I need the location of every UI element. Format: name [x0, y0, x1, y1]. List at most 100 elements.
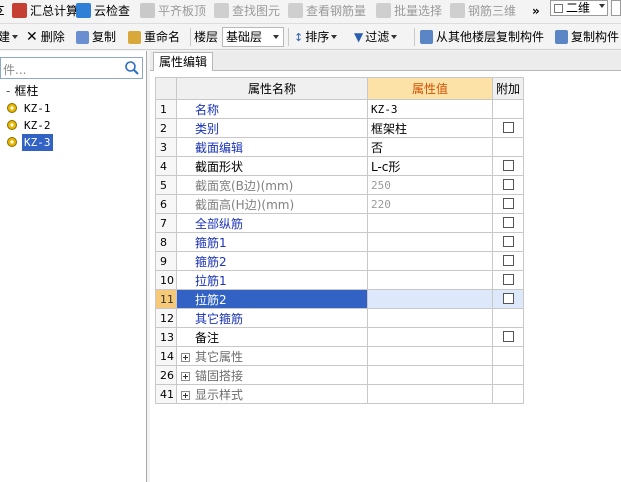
attach-cell[interactable]: [492, 156, 524, 176]
tree-item-kz-2[interactable]: KZ-2: [0, 117, 146, 134]
property-value-cell[interactable]: 250: [367, 175, 493, 195]
align-slab-top-button[interactable]: 平齐板顶: [140, 0, 206, 22]
filter-button[interactable]: ▼ 过滤: [354, 26, 398, 48]
floor-select[interactable]: 基础层: [222, 27, 284, 47]
property-group-row[interactable]: 26 锚固搭接: [155, 365, 524, 385]
attach-cell: [492, 384, 524, 404]
property-value-cell[interactable]: 否: [367, 137, 493, 157]
property-group-row[interactable]: 14 其它属性: [155, 346, 524, 366]
property-name-cell[interactable]: 截面形状: [176, 156, 368, 176]
property-name-cell[interactable]: 截面编辑: [176, 137, 368, 157]
copy-button[interactable]: 复制: [76, 26, 116, 48]
tree-item-kz-1[interactable]: KZ-1: [0, 100, 146, 117]
summary-calc-button[interactable]: 汇总计算: [12, 0, 78, 22]
rebar-3d-button[interactable]: 钢筋三维: [450, 0, 516, 22]
attach-cell[interactable]: [492, 289, 524, 309]
property-row[interactable]: 3 截面编辑 否: [155, 137, 524, 157]
property-row[interactable]: 11 拉筋2: [155, 289, 524, 309]
attach-cell[interactable]: [492, 251, 524, 271]
attach-checkbox[interactable]: [502, 217, 514, 228]
property-name-cell[interactable]: 备注: [176, 327, 368, 347]
tab-property-edit[interactable]: 属性编辑: [153, 52, 214, 71]
property-value-cell[interactable]: [367, 289, 493, 309]
property-group-cell[interactable]: 锚固搭接: [176, 365, 368, 385]
property-name-cell[interactable]: 截面宽(B边)(mm): [176, 175, 368, 195]
property-group-cell[interactable]: 其它属性: [176, 346, 368, 366]
batch-select-button[interactable]: 批量选择: [376, 0, 442, 22]
column-header-extra[interactable]: 附加: [492, 77, 524, 100]
new-button[interactable]: 建: [0, 26, 19, 48]
property-name-cell[interactable]: 全部纵筋: [176, 213, 368, 233]
property-name-cell[interactable]: 名称: [176, 99, 368, 119]
property-name-cell[interactable]: 拉筋2: [176, 289, 368, 309]
tree-item-kz-3[interactable]: KZ-3: [0, 134, 146, 151]
rename-button[interactable]: 重命名: [128, 26, 180, 48]
copy-component-button[interactable]: 复制构件: [555, 26, 619, 48]
property-row[interactable]: 12 其它箍筋: [155, 308, 524, 328]
property-value-cell[interactable]: [367, 251, 493, 271]
property-value-cell[interactable]: [367, 270, 493, 290]
cloud-check-button[interactable]: 云检查: [76, 0, 130, 22]
property-row[interactable]: 9 箍筋2: [155, 251, 524, 271]
property-row[interactable]: 5 截面宽(B边)(mm) 250: [155, 175, 524, 195]
property-name-cell[interactable]: 截面高(H边)(mm): [176, 194, 368, 214]
property-name-cell[interactable]: 类别: [176, 118, 368, 138]
attach-cell[interactable]: [492, 270, 524, 290]
column-header-name[interactable]: 属性名称: [176, 77, 368, 100]
view-mode-select[interactable]: 二维: [550, 0, 608, 16]
property-row[interactable]: 2 类别 框架柱: [155, 118, 524, 138]
property-row[interactable]: 7 全部纵筋: [155, 213, 524, 233]
view-mode-extra-select[interactable]: [611, 0, 621, 16]
property-group-cell[interactable]: 显示样式: [176, 384, 368, 404]
attach-cell[interactable]: [492, 327, 524, 347]
copy-from-other-floor-button[interactable]: 从其他楼层复制构件: [420, 26, 544, 48]
attach-checkbox[interactable]: [502, 331, 514, 342]
property-value-cell[interactable]: [367, 308, 493, 328]
property-value-cell[interactable]: [367, 327, 493, 347]
attach-cell[interactable]: [492, 118, 524, 138]
property-name-cell[interactable]: 拉筋1: [176, 270, 368, 290]
attach-checkbox[interactable]: [502, 179, 514, 190]
property-value-cell[interactable]: L-c形: [367, 156, 493, 176]
attach-cell[interactable]: [492, 175, 524, 195]
toolbar-overflow-button[interactable]: »: [532, 0, 540, 22]
attach-checkbox[interactable]: [502, 236, 514, 247]
sort-button[interactable]: ↕ 排序: [294, 26, 338, 48]
property-name-cell[interactable]: 箍筋1: [176, 232, 368, 252]
attach-checkbox[interactable]: [502, 122, 514, 133]
property-value-cell[interactable]: 框架柱: [367, 118, 493, 138]
property-row[interactable]: 4 截面形状 L-c形: [155, 156, 524, 176]
attach-checkbox[interactable]: [502, 198, 514, 209]
view-rebar-qty-button[interactable]: 查看钢筋量: [288, 0, 366, 22]
property-group-row[interactable]: 41 显示样式: [155, 384, 524, 404]
property-row[interactable]: 13 备注: [155, 327, 524, 347]
property-value-cell[interactable]: [367, 232, 493, 252]
expand-icon[interactable]: [181, 390, 190, 400]
property-value-cell[interactable]: [367, 213, 493, 233]
attach-cell[interactable]: [492, 232, 524, 252]
column-header-value[interactable]: 属性值: [367, 77, 493, 100]
attach-checkbox[interactable]: [502, 160, 514, 171]
tree-collapse-icon[interactable]: -: [6, 84, 10, 98]
attach-checkbox[interactable]: [502, 255, 514, 266]
delete-button[interactable]: ✕ 删除: [26, 26, 65, 48]
attach-cell[interactable]: [492, 213, 524, 233]
find-element-button[interactable]: 查找图元: [214, 0, 280, 22]
property-row[interactable]: 1 名称 KZ-3: [155, 99, 524, 119]
expand-icon[interactable]: [181, 352, 190, 362]
attach-checkbox[interactable]: [502, 274, 514, 285]
search-icon[interactable]: [122, 58, 142, 78]
property-row[interactable]: 8 箍筋1: [155, 232, 524, 252]
property-name-cell[interactable]: 其它箍筋: [176, 308, 368, 328]
property-name-cell[interactable]: 箍筋2: [176, 251, 368, 271]
property-row[interactable]: 6 截面高(H边)(mm) 220: [155, 194, 524, 214]
attach-cell[interactable]: [492, 194, 524, 214]
attach-checkbox[interactable]: [502, 293, 514, 304]
component-search-input[interactable]: 件...: [0, 57, 143, 79]
expand-icon[interactable]: [181, 371, 190, 381]
tree-root-frame-column[interactable]: - 框柱: [0, 83, 146, 100]
align-icon: [140, 3, 155, 18]
property-value-cell[interactable]: KZ-3: [367, 99, 493, 119]
property-row[interactable]: 10 拉筋1: [155, 270, 524, 290]
property-value-cell[interactable]: 220: [367, 194, 493, 214]
